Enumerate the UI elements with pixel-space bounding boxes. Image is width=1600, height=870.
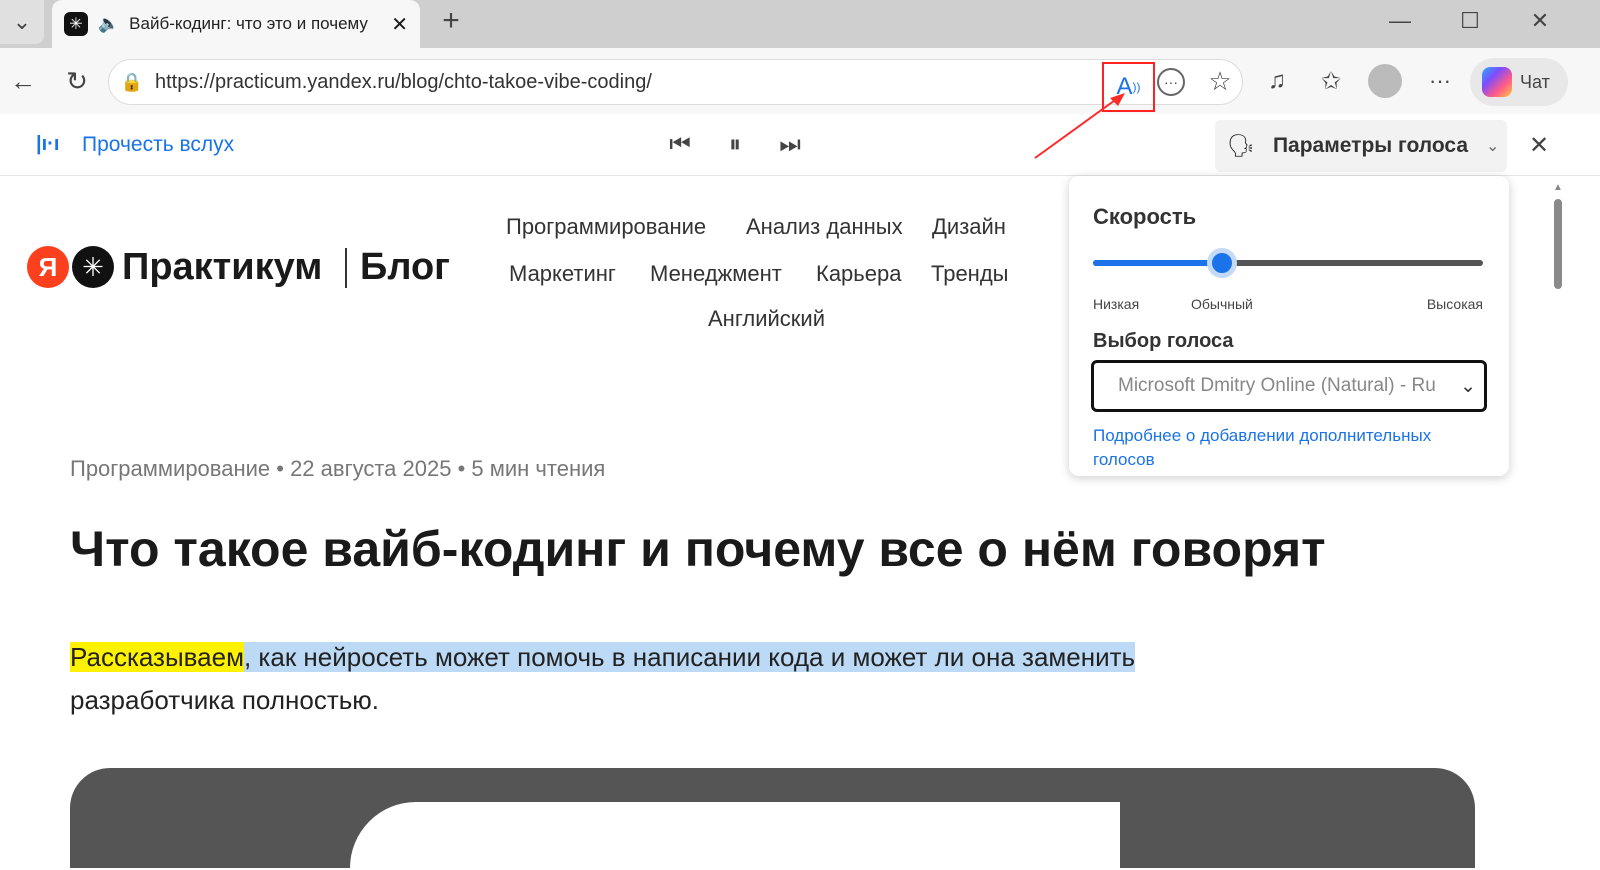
voice-person-icon: 🗣 <box>1227 133 1255 158</box>
tab-title: Вайб-кодинг: что это и почему <box>129 14 368 33</box>
chevron-down-icon: ⌄ <box>1486 138 1500 155</box>
profile-avatar[interactable] <box>1368 64 1402 98</box>
blog-text[interactable]: Блог <box>360 246 450 289</box>
chat-label: Чат <box>1520 71 1550 92</box>
tab-active[interactable]: ✳ 🔈 Вайб-кодинг: что это и почему ✕ <box>52 0 420 48</box>
nav-programming[interactable]: Программирование <box>506 214 706 240</box>
voice-params-label: Параметры голоса <box>1272 134 1469 157</box>
current-sentence-highlight: , как нейросеть может помочь в написании… <box>243 642 1136 672</box>
speed-normal-label: Обычный <box>1191 296 1253 312</box>
article-title: Что такое вайб-кодинг и почему все о нём… <box>70 521 1326 577</box>
settings-more-icon[interactable]: ··· <box>1425 66 1455 96</box>
read-aloud-label: Прочесть вслух <box>82 133 235 156</box>
voice-select-value: Microsoft Dmitry Online (Natural) - Ru <box>1118 375 1436 396</box>
speed-low-label: Низкая <box>1093 296 1140 312</box>
logo-divider <box>345 248 347 288</box>
current-word-highlight: Рассказываем <box>70 642 244 672</box>
close-window-icon[interactable]: ✕ <box>1525 6 1555 36</box>
speed-title: Скорость <box>1093 204 1197 229</box>
speaker-icon[interactable]: 🔈 <box>98 14 119 34</box>
next-icon[interactable]: ⏭ <box>775 130 805 160</box>
refresh-icon[interactable]: ↻ <box>62 66 92 96</box>
nav-marketing[interactable]: Маркетинг <box>509 261 616 287</box>
speed-slider-thumb[interactable] <box>1206 248 1237 278</box>
annotation-arrow <box>1034 93 1125 159</box>
media-icon[interactable]: ♫ <box>1262 66 1292 96</box>
close-read-aloud-icon[interactable]: ✕ <box>1524 130 1554 160</box>
speed-high-label: Высокая <box>1426 296 1483 312</box>
voice-settings-popup: Скорость Низкая Обычный Высокая Выбор го… <box>1069 176 1509 476</box>
more-tools-icon[interactable]: ··· <box>1157 68 1185 96</box>
article-lead: Рассказываем, как нейросеть может помочь… <box>70 636 1370 722</box>
article-cover-image <box>70 768 1475 868</box>
nav-data-analysis[interactable]: Анализ данных <box>746 214 903 240</box>
nav-career[interactable]: Карьера <box>816 261 901 287</box>
copilot-icon <box>1482 67 1512 97</box>
nav-trends[interactable]: Тренды <box>931 261 1008 287</box>
tab-list-chevron-icon[interactable]: ⌄ <box>0 0 44 44</box>
nav-english[interactable]: Английский <box>708 306 825 332</box>
minimize-icon[interactable]: — <box>1385 6 1415 36</box>
yandex-logo-icon[interactable]: Я <box>27 246 69 288</box>
voice-select[interactable]: Microsoft Dmitry Online (Natural) - Ru ⌄ <box>1091 360 1487 412</box>
voice-params-button[interactable]: 🗣 Параметры голоса ⌄ <box>1215 120 1507 172</box>
favorites-icon[interactable]: ✩ <box>1316 66 1346 96</box>
url-text: https://practicum.yandex.ru/blog/chto-ta… <box>155 70 652 93</box>
voice-select-title: Выбор голоса <box>1093 330 1234 352</box>
scrollbar[interactable]: ▲ <box>1552 182 1564 862</box>
new-tab-icon[interactable]: + <box>436 4 466 37</box>
favicon-icon: ✳ <box>64 12 88 36</box>
copilot-chat-button[interactable]: Чат <box>1470 58 1568 106</box>
read-aloud-bar-icon: |ı·ı <box>36 133 60 155</box>
lock-icon[interactable]: 🔒 <box>120 70 144 94</box>
scrollbar-thumb[interactable] <box>1554 199 1562 289</box>
back-icon[interactable]: ← <box>8 66 38 96</box>
speed-slider[interactable] <box>1093 248 1483 278</box>
pause-icon[interactable]: ⏸ <box>720 130 750 160</box>
nav-design[interactable]: Дизайн <box>932 214 1006 240</box>
maximize-icon[interactable]: ☐ <box>1455 6 1485 36</box>
previous-icon[interactable]: ⏮ <box>665 130 695 160</box>
lead-rest: разработчика полностью. <box>70 685 379 715</box>
article-meta: Программирование • 22 августа 2025 • 5 м… <box>70 456 606 481</box>
chevron-down-icon: ⌄ <box>1460 375 1476 397</box>
more-voices-link[interactable]: Подробнее о добавлении дополнительных го… <box>1093 424 1473 472</box>
tab-close-icon[interactable]: ✕ <box>391 12 408 37</box>
practicum-logo-icon[interactable]: ✳ <box>72 246 114 288</box>
favorite-star-icon[interactable]: ☆ <box>1205 66 1235 96</box>
logo-text[interactable]: Практикум <box>122 246 322 289</box>
nav-management[interactable]: Менеджмент <box>650 261 782 287</box>
